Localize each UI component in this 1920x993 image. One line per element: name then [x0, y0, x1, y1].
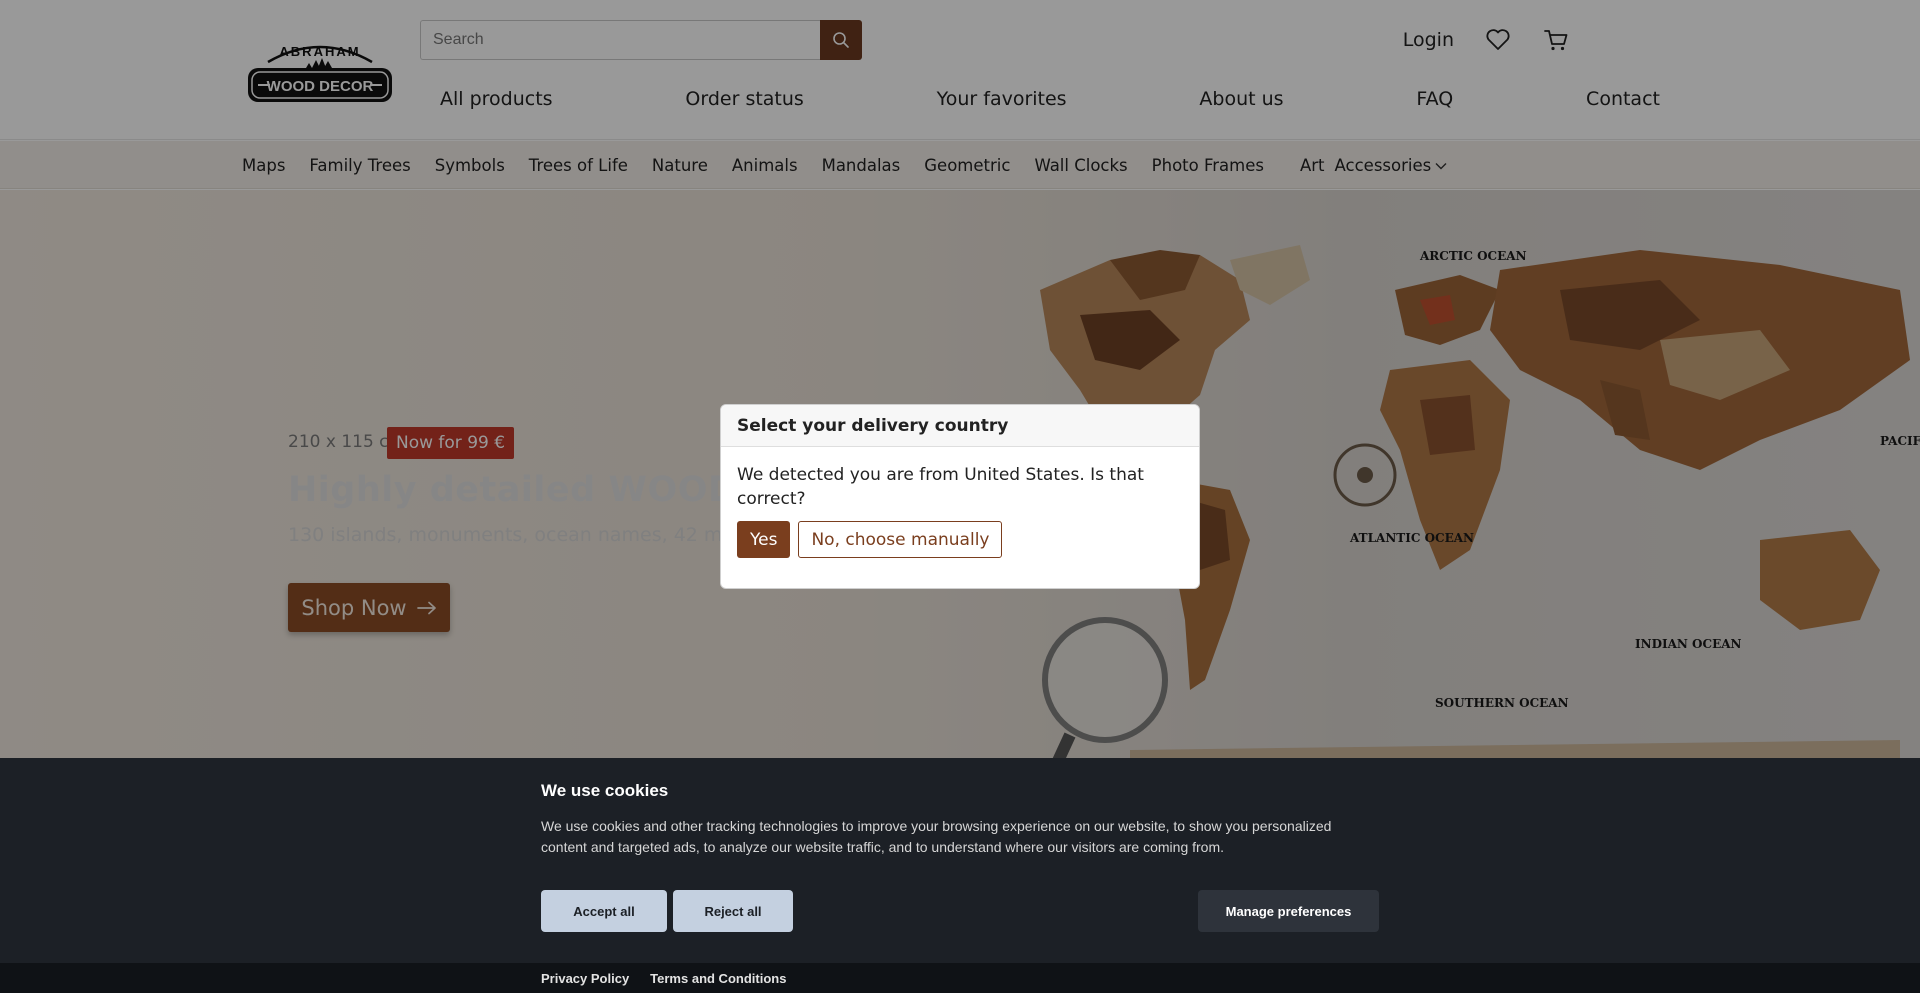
modal-body: We detected you are from United States. … [721, 447, 1199, 574]
modal-message: We detected you are from United States. … [737, 465, 1144, 509]
modal-title: Select your delivery country [721, 405, 1199, 447]
privacy-policy-link[interactable]: Privacy Policy [541, 971, 629, 986]
cookie-footer: Privacy Policy Terms and Conditions [0, 963, 1920, 993]
manage-preferences-button[interactable]: Manage preferences [1198, 890, 1379, 932]
terms-link[interactable]: Terms and Conditions [650, 971, 786, 986]
reject-all-button[interactable]: Reject all [673, 890, 793, 932]
confirm-country-button[interactable]: Yes [737, 521, 791, 558]
cookie-links: Privacy Policy Terms and Conditions [541, 963, 786, 993]
cookie-title: We use cookies [541, 781, 669, 800]
modal-actions: Yes No, choose manually [737, 521, 1183, 558]
choose-manually-button[interactable]: No, choose manually [798, 521, 1003, 558]
delivery-country-modal: Select your delivery country We detected… [720, 404, 1200, 589]
accept-all-button[interactable]: Accept all [541, 890, 667, 932]
cookie-text: We use cookies and other tracking techno… [541, 818, 1332, 855]
cookie-banner: We use cookies We use cookies and other … [0, 758, 1920, 963]
